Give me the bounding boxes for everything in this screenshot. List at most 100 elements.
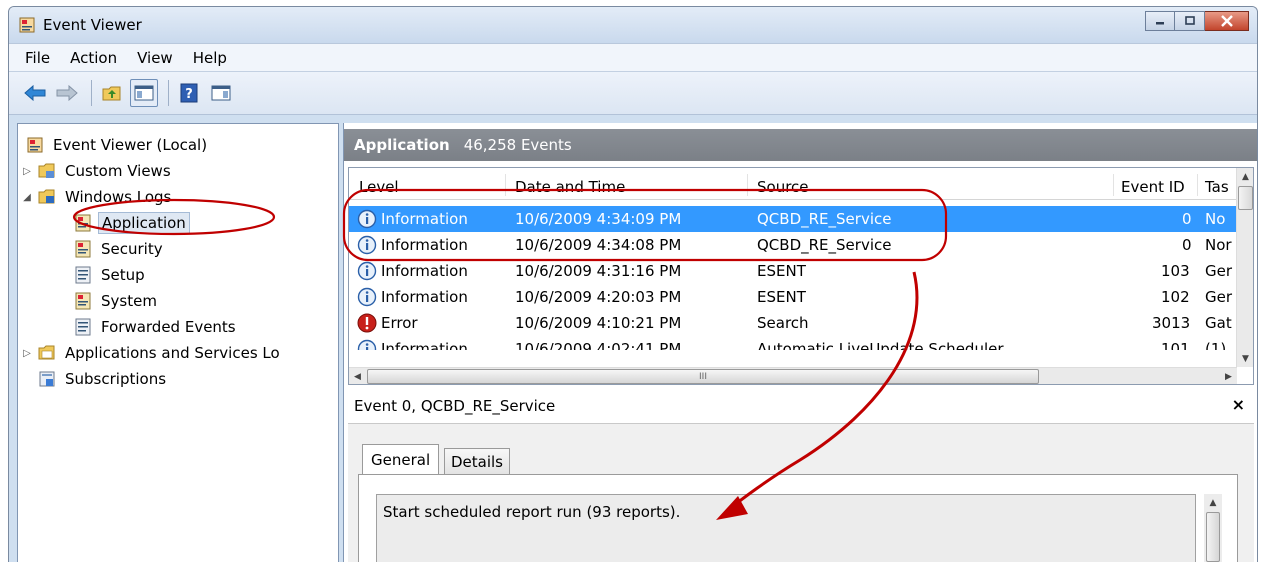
tree-item-apps-services[interactable]: ▷ Applications and Services Lo [20,340,283,366]
description-scrollbar[interactable]: ▲ [1204,494,1222,562]
column-header-task[interactable]: Tas [1205,178,1229,196]
tree-item-setup[interactable]: Setup [74,262,148,288]
event-id: 101 [1161,340,1190,350]
info-icon [357,339,377,350]
event-id: 3013 [1152,314,1191,332]
event-row[interactable]: Information 10/6/2009 4:20:03 PM ESENT 1… [349,284,1237,310]
column-header-event-id[interactable]: Event ID [1121,178,1185,196]
info-icon [357,209,377,229]
events-list: Level Date and Time Source Event ID Tas … [348,167,1254,385]
event-source: ESENT [757,262,806,280]
event-row[interactable]: Information 10/6/2009 4:34:09 PM QCBD_RE… [349,206,1237,232]
event-date: 10/6/2009 4:34:09 PM [515,210,682,228]
expand-collapsed-icon[interactable]: ▷ [20,348,34,359]
toolbar: ? [9,71,1257,115]
scroll-grip: III [699,371,707,382]
show-hide-tree-button[interactable] [130,79,158,107]
tree-item-root[interactable]: Event Viewer (Local) [26,132,210,158]
column-header-date[interactable]: Date and Time [515,178,625,196]
scroll-right-arrow-icon[interactable]: ▶ [1220,368,1237,384]
up-folder-button[interactable] [98,79,126,107]
info-icon [357,287,377,307]
tree-item-custom-views[interactable]: ▷ Custom Views [20,158,174,184]
tree-item-windows-logs[interactable]: ◢ Windows Logs [20,184,174,210]
event-source: QCBD_RE_Service [757,236,892,254]
scroll-thumb[interactable] [1238,186,1253,210]
event-task: Gat [1205,314,1232,332]
maximize-icon [1184,16,1195,25]
scroll-down-arrow-icon[interactable]: ▼ [1237,350,1253,367]
log-name: Application [354,136,450,154]
event-row[interactable]: Information 10/6/2009 4:34:08 PM QCBD_RE… [349,232,1237,258]
event-id: 0 [1182,210,1192,228]
subscriptions-icon [39,371,55,387]
menu-action[interactable]: Action [60,49,127,67]
event-viewer-app-icon [19,17,35,33]
scroll-thumb[interactable] [1206,512,1220,562]
tree-item-label: Subscriptions [65,370,167,388]
event-id: 102 [1161,288,1190,306]
column-divider[interactable] [1197,174,1198,196]
tree-item-label: Application [98,212,190,234]
event-row[interactable]: Information 10/6/2009 4:02:41 PM Automat… [349,336,1237,350]
list-header: Level Date and Time Source Event ID Tas [349,168,1237,200]
event-detail-title: Event 0, QCBD_RE_Service [354,397,556,415]
tree-item-system[interactable]: System [74,288,160,314]
minimize-icon [1156,22,1164,25]
event-source: Search [757,314,809,332]
events-vertical-scrollbar[interactable]: ▲ ▼ [1236,168,1253,367]
event-task: Ger [1205,288,1233,306]
help-button[interactable]: ? [175,79,203,107]
tree-item-label: Custom Views [65,162,171,180]
action-pane-button[interactable] [207,79,235,107]
log-icon [75,240,91,258]
forward-button[interactable] [53,79,81,107]
scroll-up-arrow-icon[interactable]: ▲ [1237,168,1253,185]
event-source: ESENT [757,288,806,306]
maximize-button[interactable] [1175,11,1205,31]
forward-arrow-icon [56,85,78,101]
event-count: 46,258 Events [463,136,572,154]
event-date: 10/6/2009 4:02:41 PM [515,340,682,350]
column-header-source[interactable]: Source [757,178,809,196]
event-description[interactable]: Start scheduled report run (93 reports). [376,494,1196,562]
scroll-up-arrow-icon[interactable]: ▲ [1204,498,1222,508]
tree-item-label: Security [101,240,163,258]
event-task: No [1205,210,1226,228]
tree-item-forwarded-events[interactable]: Forwarded Events [74,314,239,340]
menu-help[interactable]: Help [183,49,237,67]
results-pane: Application 46,258 Events Level Date and… [343,123,1257,562]
folder-up-icon [102,86,121,101]
events-horizontal-scrollbar[interactable]: ◀ III ▶ [349,367,1237,384]
column-divider[interactable] [1113,174,1114,196]
event-row[interactable]: Information 10/6/2009 4:31:16 PM ESENT 1… [349,258,1237,284]
column-divider[interactable] [505,174,506,196]
scroll-left-arrow-icon[interactable]: ◀ [349,368,366,384]
event-level: Information [381,340,468,350]
event-level: Information [381,288,468,306]
expand-expanded-icon[interactable]: ◢ [20,192,34,203]
back-button[interactable] [21,79,49,107]
event-date: 10/6/2009 4:10:21 PM [515,314,682,332]
menu-file[interactable]: File [15,49,60,67]
tree-item-subscriptions[interactable]: Subscriptions [38,366,169,392]
log-header: Application 46,258 Events [344,129,1257,161]
tree-item-application[interactable]: Application [74,210,190,236]
event-date: 10/6/2009 4:34:08 PM [515,236,682,254]
minimize-button[interactable] [1145,11,1175,31]
log-icon [75,214,91,232]
tree-item-security[interactable]: Security [74,236,166,262]
event-row[interactable]: Error 10/6/2009 4:10:21 PM Search 3013 G… [349,310,1237,336]
toolbar-separator [168,80,169,106]
action-pane-icon [211,85,231,101]
tab-general[interactable]: General [362,444,440,474]
tab-details[interactable]: Details [444,448,511,474]
scroll-thumb[interactable]: III [367,369,1039,384]
expand-collapsed-icon[interactable]: ▷ [20,166,34,177]
tree-item-label: Setup [101,266,145,284]
close-detail-icon[interactable]: × [1232,395,1245,414]
menu-view[interactable]: View [127,49,183,67]
column-divider[interactable] [747,174,748,196]
close-button[interactable] [1205,11,1249,31]
column-header-level[interactable]: Level [359,178,399,196]
